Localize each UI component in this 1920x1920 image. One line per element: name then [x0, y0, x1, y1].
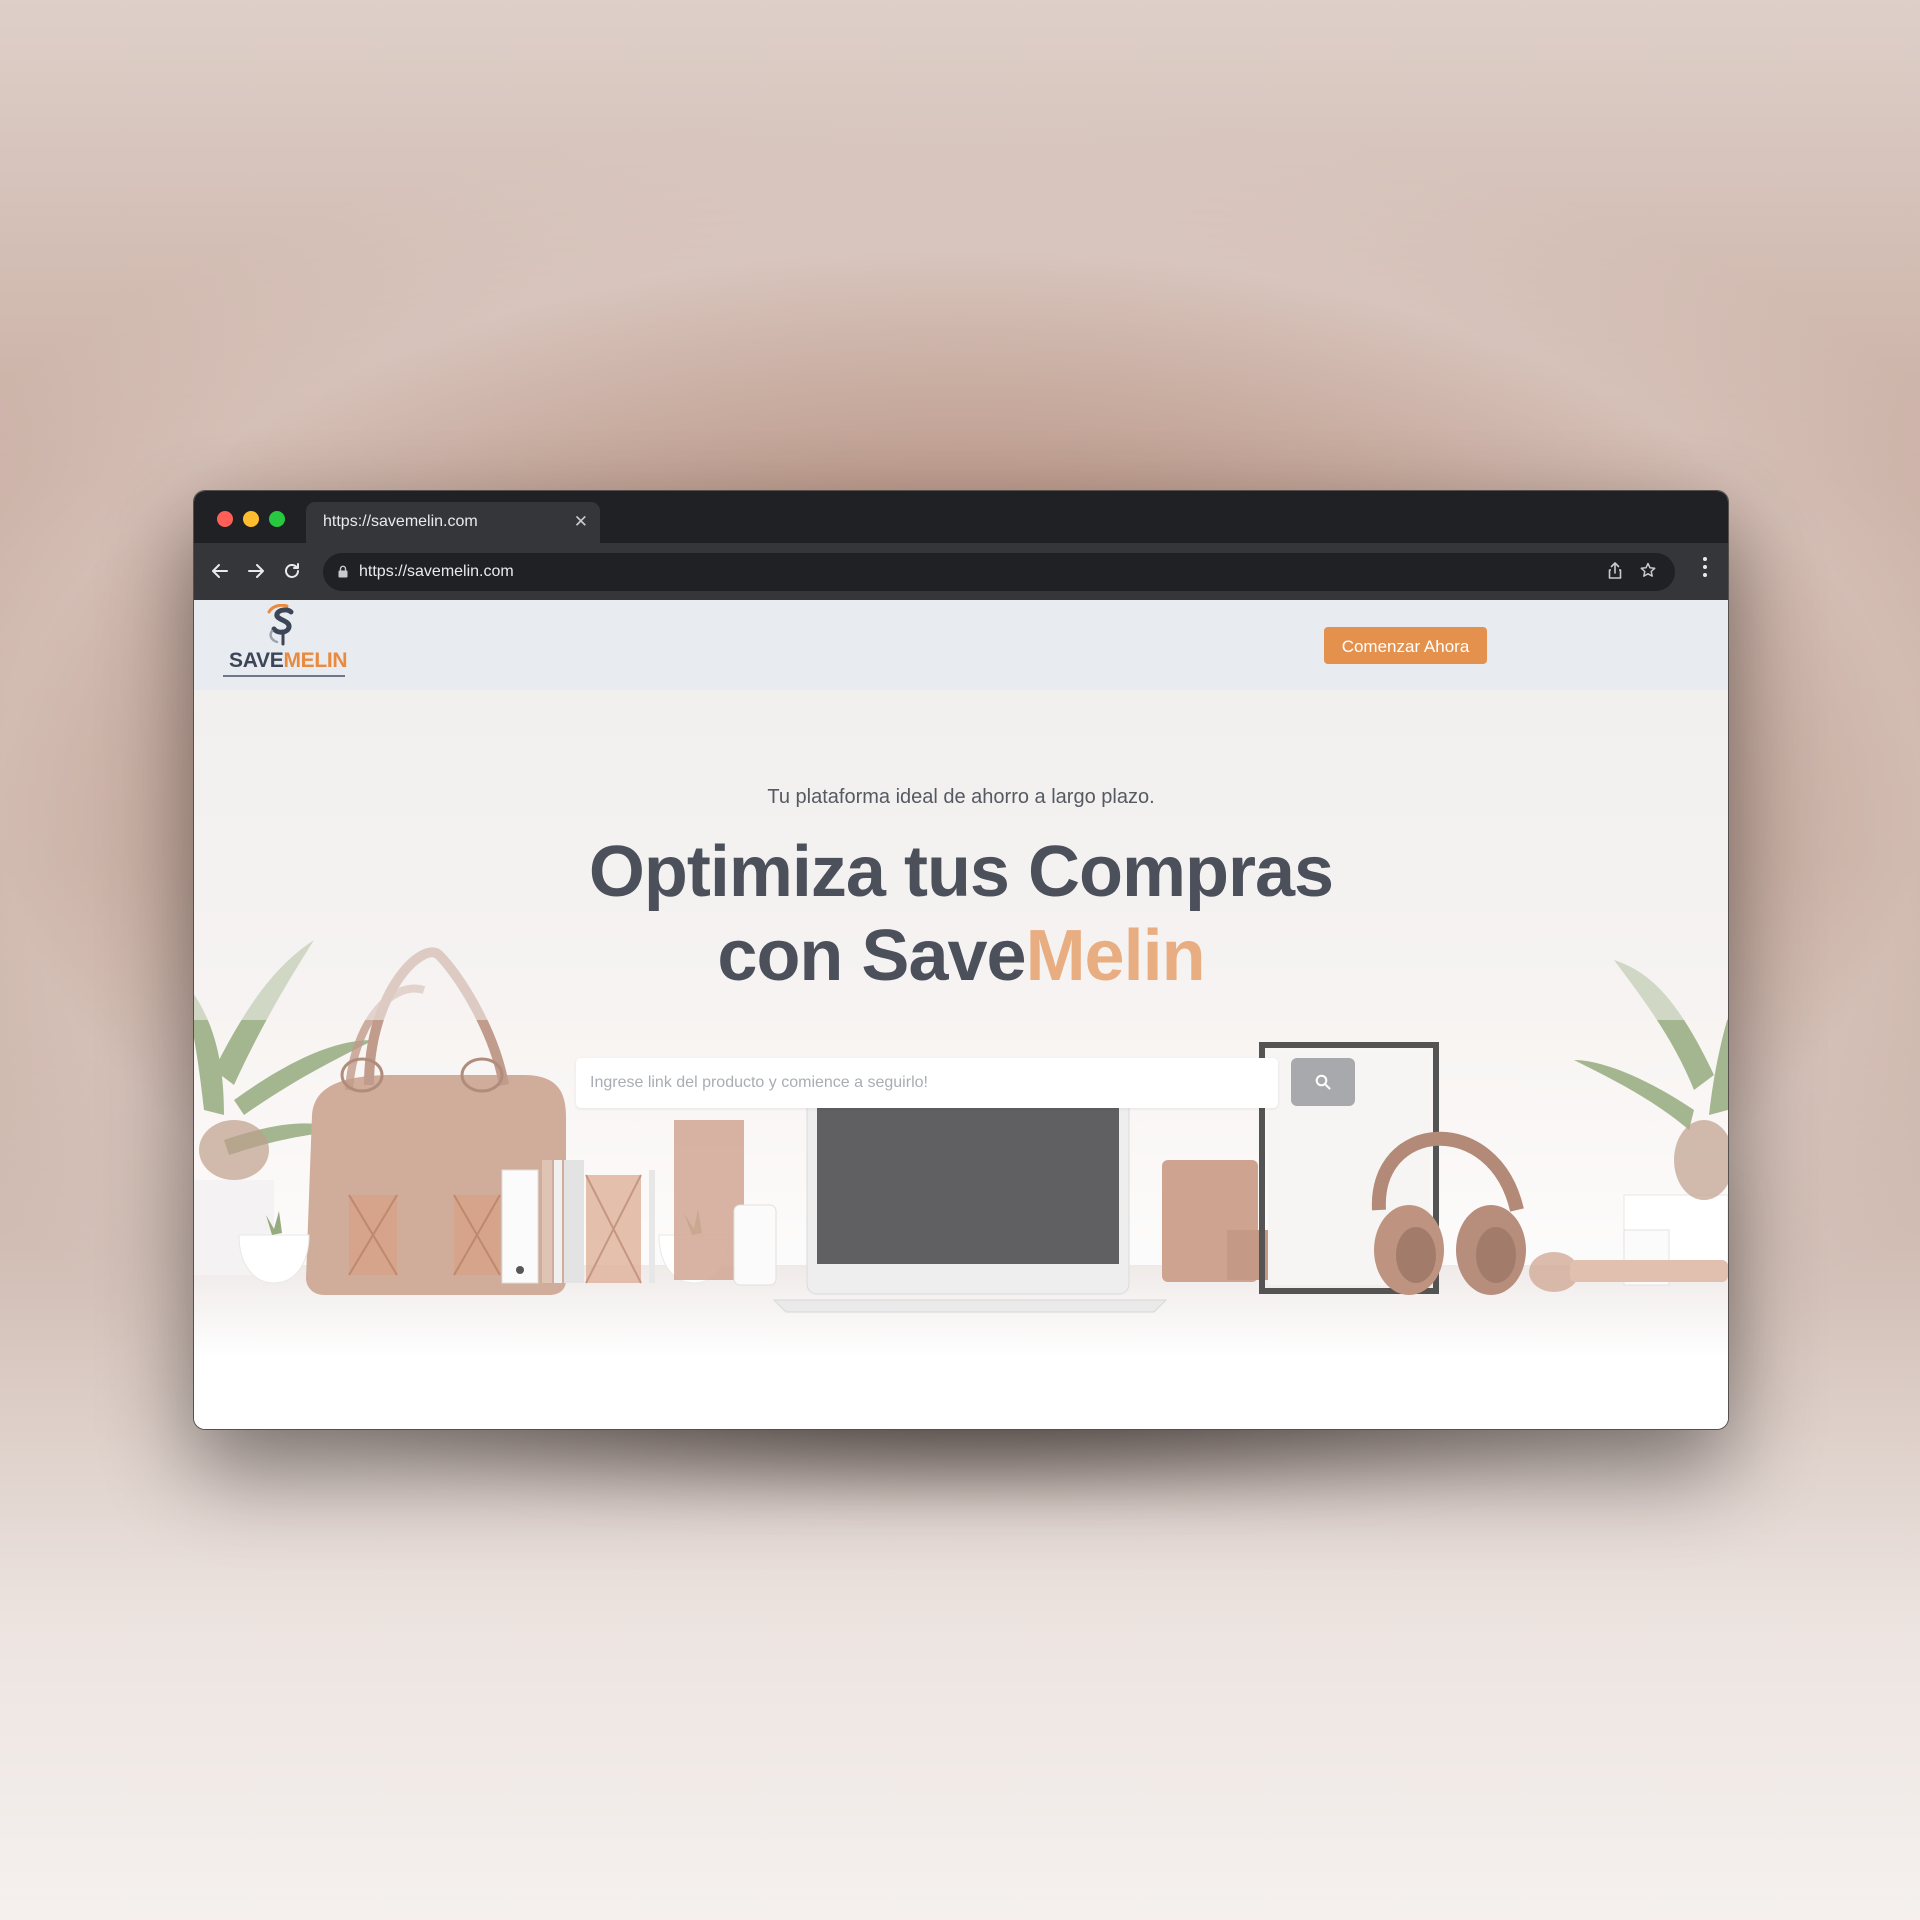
headline-line-1: Optimiza tus Compras [194, 830, 1728, 914]
product-link-input[interactable] [576, 1058, 1278, 1108]
logo-wordmark: SAVEMELIN [229, 649, 348, 673]
page-content-area [194, 1357, 1728, 1429]
back-arrow-icon[interactable] [208, 559, 232, 583]
headline-line-2: con SaveMelin [194, 914, 1728, 998]
close-window-button[interactable] [217, 511, 233, 527]
lock-icon [338, 565, 348, 578]
headline-rest: tus Compras [903, 832, 1334, 912]
reload-icon[interactable] [280, 559, 304, 583]
star-icon[interactable] [1639, 561, 1657, 586]
headline-brand-prefix: con Save [717, 916, 1026, 996]
logo-melin-text: MELIN [283, 649, 348, 672]
logo-underline [223, 675, 345, 677]
browser-window: https://savemelin.com ✕ https://savemeli… [193, 490, 1729, 1430]
logo-mark-icon [267, 604, 294, 646]
browser-toolbar: https://savemelin.com [194, 543, 1728, 600]
search-icon [1315, 1074, 1331, 1090]
tab-bar: https://savemelin.com ✕ [194, 491, 1728, 543]
close-icon[interactable]: ✕ [574, 512, 588, 532]
hero-tagline: Tu plataforma ideal de ahorro a largo pl… [767, 786, 1155, 808]
headline-brand-accent: Melin [1025, 916, 1206, 996]
more-menu-icon[interactable] [1702, 557, 1708, 583]
savemelin-logo[interactable]: SAVEMELIN [223, 604, 348, 686]
address-bar[interactable]: https://savemelin.com [323, 553, 1675, 591]
url-text[interactable]: https://savemelin.com [359, 563, 514, 581]
search-button[interactable] [1291, 1058, 1355, 1106]
site-header: SAVEMELIN [194, 600, 1728, 690]
browser-tab[interactable]: https://savemelin.com ✕ [306, 502, 600, 543]
forward-arrow-icon[interactable] [244, 559, 268, 583]
minimize-window-button[interactable] [243, 511, 259, 527]
hero-headline: Optimiza tus Compras con SaveMelin [194, 830, 1728, 998]
headline-highlight: Optimiza [588, 832, 886, 912]
logo-save-text: SAVE [229, 649, 284, 672]
maximize-window-button[interactable] [269, 511, 285, 527]
tab-title: https://savemelin.com [323, 513, 478, 530]
comenzar-ahora-button[interactable]: Comenzar Ahora [1324, 627, 1487, 664]
hero-section: Tu plataforma ideal de ahorro a largo pl… [194, 690, 1728, 1357]
share-icon[interactable] [1607, 561, 1623, 586]
